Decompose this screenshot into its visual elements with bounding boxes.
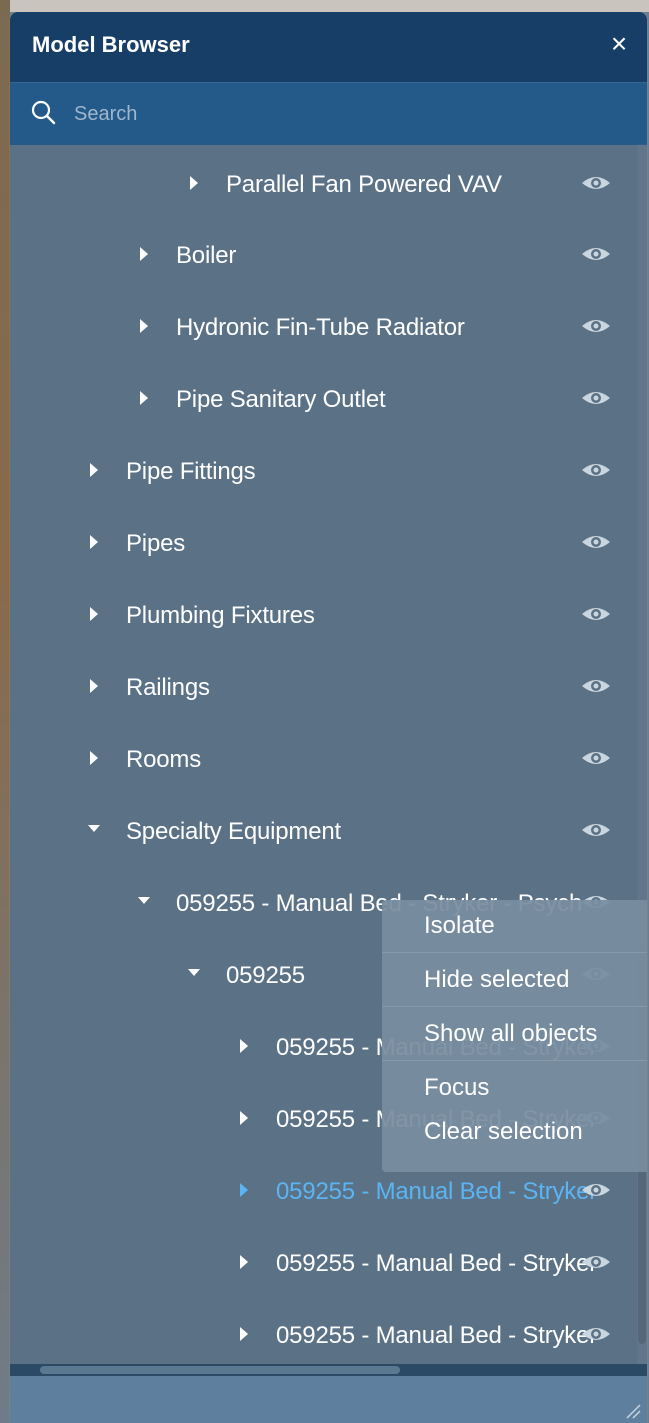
eye-icon[interactable] [580, 1323, 612, 1345]
eye-icon[interactable] [580, 675, 612, 697]
tree-row-label: 059255 - Manual Bed - Stryker [276, 1322, 598, 1349]
tree-row[interactable]: 059255 - Manual Bed - Stryker [10, 1313, 647, 1357]
caret-right-icon[interactable] [88, 605, 100, 623]
eye-icon[interactable] [580, 315, 612, 337]
tree-row-label: Railings [126, 674, 210, 701]
eye-icon[interactable] [580, 387, 612, 409]
tree-row[interactable]: 059255 - Manual Bed - Stryker [10, 1241, 647, 1285]
tree-row-label: 059255 - Manual Bed - Stryker [276, 1178, 598, 1205]
context-menu-item[interactable]: Clear selection [382, 1106, 647, 1158]
caret-right-icon[interactable] [188, 174, 200, 192]
tree-row-label: Rooms [126, 746, 202, 773]
search-input[interactable] [72, 95, 616, 133]
tree-row[interactable]: Pipes [10, 521, 647, 565]
context-menu-item[interactable]: Show all objects [382, 1008, 647, 1061]
caret-right-icon[interactable] [138, 317, 150, 335]
eye-icon[interactable] [580, 747, 612, 769]
context-menu-item-label: Show all objects [424, 1020, 598, 1047]
eye-icon[interactable] [580, 243, 612, 265]
panel-title: Model Browser [32, 32, 190, 57]
search-bar [10, 82, 647, 145]
context-menu-item[interactable]: Isolate [382, 900, 647, 953]
caret-right-icon[interactable] [238, 1181, 250, 1199]
tree-row-label: Pipe Fittings [126, 458, 256, 485]
eye-icon[interactable] [580, 1251, 612, 1273]
tree-row[interactable]: Pipe Fittings [10, 449, 647, 493]
tree-row-label: Parallel Fan Powered VAV [226, 171, 502, 198]
background-top [0, 0, 649, 12]
horizontal-scrollbar[interactable] [10, 1364, 647, 1376]
close-icon: × [610, 28, 628, 59]
caret-down-icon[interactable] [138, 893, 150, 911]
context-menu-item-label: Focus [424, 1074, 490, 1101]
eye-icon[interactable] [580, 459, 612, 481]
tree-row[interactable]: Railings [10, 665, 647, 709]
tree-row-label: 059255 - Manual Bed - Stryker [276, 1250, 598, 1277]
eye-icon[interactable] [580, 531, 612, 553]
tree-row[interactable]: Specialty Equipment [10, 809, 647, 853]
model-browser-panel: Model Browser × Parallel Fan Powered VAV… [10, 12, 647, 1423]
eye-icon[interactable] [580, 1179, 612, 1201]
tree-row-label: Pipe Sanitary Outlet [176, 386, 386, 413]
caret-right-icon[interactable] [88, 461, 100, 479]
caret-right-icon[interactable] [88, 533, 100, 551]
context-menu-item-label: Hide selected [424, 966, 570, 993]
tree-row-label: Pipes [126, 530, 186, 557]
caret-right-icon[interactable] [238, 1109, 250, 1127]
tree-row[interactable]: 059255 - Manual Bed - Stryker [10, 1169, 647, 1213]
eye-icon[interactable] [580, 819, 612, 841]
vertical-scrollbar[interactable] [637, 144, 647, 1364]
tree-row-label: Specialty Equipment [126, 818, 341, 845]
tree-row[interactable]: Boiler [10, 233, 647, 277]
search-icon [31, 100, 56, 125]
caret-right-icon[interactable] [138, 245, 150, 263]
eye-icon[interactable] [580, 172, 612, 194]
model-tree: Parallel Fan Powered VAV Boiler Hydronic F… [10, 144, 647, 1364]
caret-down-icon[interactable] [188, 965, 200, 983]
context-menu-item[interactable]: Hide selected [382, 954, 647, 1007]
close-button[interactable]: × [605, 30, 633, 58]
tree-row-label: Plumbing Fixtures [126, 602, 315, 629]
tree-row[interactable]: Rooms [10, 737, 647, 781]
horizontal-scroll-thumb[interactable] [40, 1366, 400, 1374]
background-left [0, 0, 10, 1423]
caret-down-icon[interactable] [88, 821, 100, 839]
tree-row-label: Boiler [176, 242, 237, 269]
tree-row-label: Hydronic Fin-Tube Radiator [176, 314, 465, 341]
context-menu: Isolate Hide selected Show all objects Focu… [382, 900, 647, 1172]
caret-right-icon[interactable] [88, 677, 100, 695]
resize-grip-icon[interactable] [623, 1401, 641, 1419]
caret-right-icon[interactable] [238, 1325, 250, 1343]
tree-row[interactable]: Plumbing Fixtures [10, 593, 647, 637]
context-menu-item-label: Isolate [424, 912, 495, 939]
panel-footer [10, 1376, 647, 1423]
tree-row[interactable]: Hydronic Fin-Tube Radiator [10, 305, 647, 349]
tree-row[interactable]: Parallel Fan Powered VAV [10, 162, 647, 206]
caret-right-icon[interactable] [238, 1253, 250, 1271]
caret-right-icon[interactable] [138, 389, 150, 407]
context-menu-item-label: Clear selection [424, 1118, 583, 1145]
tree-row[interactable]: Pipe Sanitary Outlet [10, 377, 647, 421]
caret-right-icon[interactable] [238, 1037, 250, 1055]
tree-row-label: 059255 [226, 962, 305, 989]
caret-right-icon[interactable] [88, 749, 100, 767]
panel-header[interactable]: Model Browser × [10, 12, 647, 82]
eye-icon[interactable] [580, 603, 612, 625]
